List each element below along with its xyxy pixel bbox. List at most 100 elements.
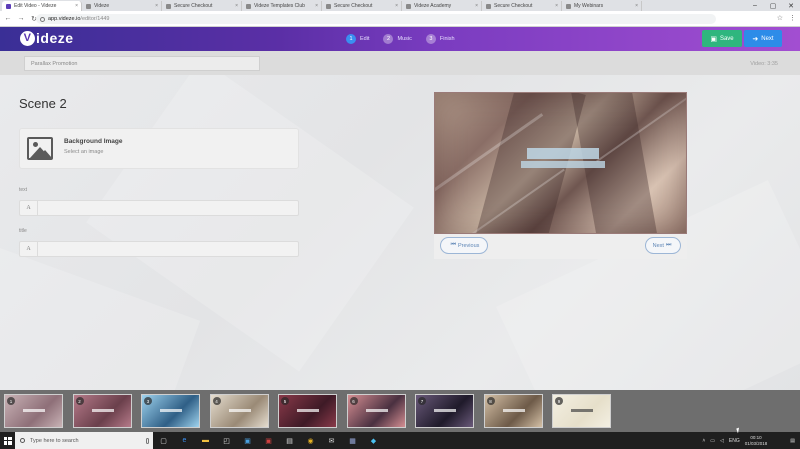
- tab-close-icon[interactable]: ×: [235, 3, 238, 9]
- back-icon[interactable]: ←: [3, 15, 13, 22]
- step-label: Finish: [439, 36, 455, 42]
- tab-label: Videze Academy: [414, 3, 452, 9]
- thumbnail-caption-bar: [297, 409, 319, 412]
- app-icon-3[interactable]: ▤: [279, 432, 300, 449]
- text-field-label: text: [19, 187, 28, 193]
- scene-thumbnail[interactable]: 4: [209, 394, 269, 428]
- step-number: 3: [425, 34, 436, 44]
- thumbnail-caption-bar: [23, 409, 45, 412]
- scene-preview[interactable]: [434, 92, 687, 234]
- chevron-up-icon[interactable]: ˄: [702, 438, 705, 444]
- windows-logo-icon: [3, 436, 12, 445]
- scene-thumbnail[interactable]: 7: [415, 394, 474, 428]
- mail-icon[interactable]: ✉: [321, 432, 342, 449]
- browser-tab[interactable]: Videze ×: [82, 1, 162, 11]
- clock[interactable]: 00:10 01/03/2018: [745, 435, 773, 447]
- app-icon-4[interactable]: ▦: [342, 432, 363, 449]
- thumbnail-caption-bar: [571, 409, 593, 412]
- tab-favicon-icon: [246, 3, 251, 9]
- tab-close-icon[interactable]: ×: [555, 3, 558, 9]
- bookmark-star-icon[interactable]: ☆: [777, 14, 783, 22]
- browser-tab-strip: Edit Video - Videze × Videze × Secure Checko…: [0, 0, 800, 11]
- step-label: Music: [397, 36, 412, 42]
- title-field: A: [19, 241, 299, 257]
- tab-close-icon[interactable]: ×: [75, 3, 78, 9]
- language-indicator[interactable]: ENG: [729, 438, 740, 444]
- scene-thumbnail[interactable]: 5: [278, 394, 337, 428]
- step-label: Edit: [360, 36, 370, 42]
- minimize-button[interactable]: –: [746, 0, 764, 11]
- browser-tab[interactable]: Secure Checkout ×: [322, 1, 402, 11]
- logo-text: ideze: [36, 30, 74, 46]
- scene-title: Scene 2: [19, 96, 67, 111]
- browser-tab[interactable]: Secure Checkout ×: [482, 1, 562, 11]
- volume-icon[interactable]: ◁: [720, 438, 724, 444]
- step-number: 1: [346, 34, 356, 44]
- thumbnail-number: 1: [7, 397, 15, 405]
- background-image-picker[interactable]: Background Image Select an image: [19, 128, 299, 169]
- tab-favicon-icon: [566, 3, 571, 9]
- taskbar-search[interactable]: Type here to search: [15, 432, 153, 449]
- next-scene-button[interactable]: Next ⏭: [645, 237, 681, 254]
- browser-tab[interactable]: Videze Templates Club ×: [242, 1, 322, 11]
- scene-thumbnail[interactable]: 1: [4, 394, 63, 428]
- tab-label: My Webinars: [574, 3, 604, 9]
- thumbnail-number: 4: [212, 397, 221, 405]
- network-icon[interactable]: ▭: [710, 438, 715, 444]
- edge-icon[interactable]: e: [174, 432, 195, 449]
- file-explorer-icon[interactable]: ▬: [195, 432, 216, 449]
- browser-tab[interactable]: Secure Checkout ×: [162, 1, 242, 11]
- browser-menu-icon[interactable]: ⋮: [789, 14, 796, 22]
- scene-thumbnail[interactable]: 8: [483, 394, 543, 428]
- tab-label: Secure Checkout: [494, 3, 533, 9]
- step-edit[interactable]: 1 Edit: [346, 34, 369, 44]
- text-field: A: [19, 200, 299, 216]
- notification-icon[interactable]: ▤: [790, 438, 795, 444]
- scene-thumbnail[interactable]: 3: [141, 394, 200, 428]
- tab-close-icon[interactable]: ×: [475, 3, 478, 9]
- arrow-right-icon: ➜: [752, 35, 759, 43]
- next-button[interactable]: ➜ Next: [744, 30, 782, 47]
- tab-close-icon[interactable]: ×: [395, 3, 398, 9]
- step-music[interactable]: 2 Music: [383, 34, 412, 44]
- thumbnail-number: 8: [486, 397, 495, 405]
- scene-thumbnail[interactable]: 6: [346, 394, 406, 428]
- tab-close-icon[interactable]: ×: [635, 3, 638, 9]
- browser-tab[interactable]: Edit Video - Videze ×: [2, 1, 82, 11]
- browser-tab[interactable]: Videze Academy ×: [402, 1, 482, 11]
- thumbnail-caption-bar: [160, 409, 182, 412]
- app-icon-2[interactable]: ▣: [258, 432, 279, 449]
- scene-thumbnail[interactable]: 2: [72, 394, 132, 428]
- forward-icon[interactable]: →: [16, 15, 26, 22]
- tab-label: Videze Templates Club: [254, 3, 305, 9]
- task-view-icon[interactable]: ▢: [153, 432, 174, 449]
- app-icon-5[interactable]: ◆: [363, 432, 384, 449]
- maximize-button[interactable]: ▢: [764, 0, 782, 11]
- editor-area: Scene 2 Background Image Select an image…: [0, 75, 800, 390]
- url-input[interactable]: app.videze.io/editor/1449: [36, 14, 716, 24]
- videze-logo[interactable]: V ideze: [20, 30, 74, 46]
- scene-thumbnail-strip: 1 2 3 4 5 6 7 8 9: [0, 390, 800, 432]
- chrome-icon[interactable]: ◉: [300, 432, 321, 449]
- start-button[interactable]: [0, 432, 15, 449]
- title-input[interactable]: [39, 242, 298, 256]
- thumbnail-number: 3: [144, 397, 152, 405]
- next-scene-label: Next: [652, 242, 664, 249]
- scene-thumbnail[interactable]: 9: [552, 394, 611, 428]
- tab-close-icon[interactable]: ×: [315, 3, 318, 9]
- project-title-field[interactable]: Parallax Promotion: [24, 56, 260, 71]
- microphone-icon[interactable]: [146, 437, 149, 444]
- save-button[interactable]: ▣ Save: [702, 30, 742, 47]
- tab-label: Videze: [94, 3, 110, 9]
- preview-nav: ⏮ Previous Next ⏭: [434, 234, 687, 259]
- step-finish[interactable]: 3 Finish: [425, 34, 455, 44]
- skip-forward-icon: ⏭: [665, 242, 672, 248]
- browser-tab[interactable]: My Webinars ×: [562, 1, 642, 11]
- tab-favicon-icon: [406, 3, 411, 9]
- previous-button[interactable]: ⏮ Previous: [440, 237, 488, 254]
- close-window-button[interactable]: ✕: [782, 0, 800, 11]
- tab-close-icon[interactable]: ×: [155, 3, 158, 9]
- store-icon[interactable]: ◰: [216, 432, 237, 449]
- text-input[interactable]: [39, 201, 298, 215]
- app-icon-1[interactable]: ▣: [237, 432, 258, 449]
